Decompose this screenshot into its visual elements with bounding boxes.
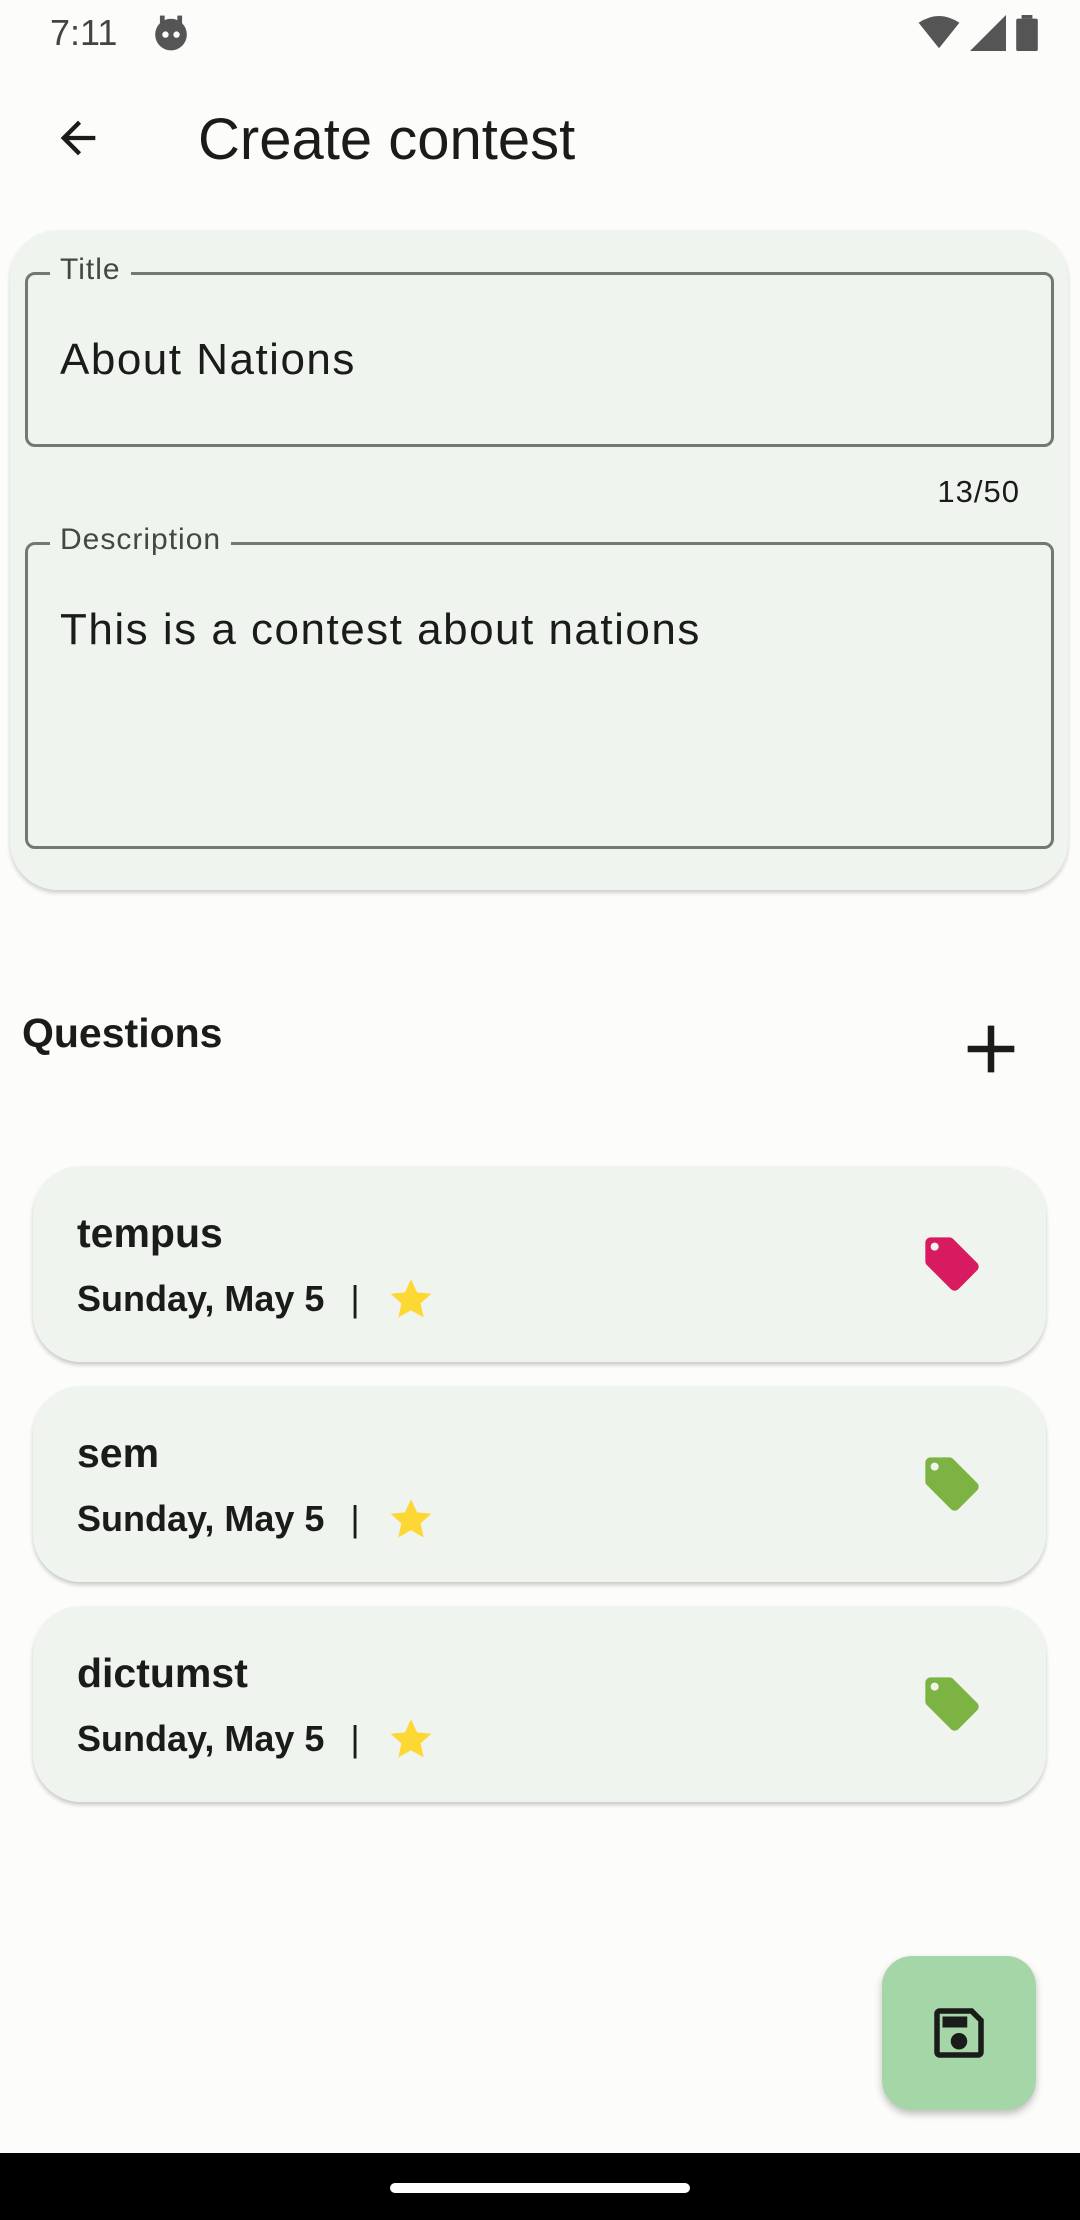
questions-heading: Questions	[22, 1010, 223, 1056]
arrow-back-icon	[60, 120, 96, 156]
question-date: Sunday, May 5	[77, 1278, 325, 1319]
question-title: dictumst	[77, 1650, 248, 1696]
question-card[interactable]: sem Sunday, May 5 |	[33, 1386, 1046, 1582]
separator: |	[350, 1718, 360, 1759]
robot-icon	[155, 15, 187, 51]
question-title: sem	[77, 1430, 160, 1476]
question-meta: Sunday, May 5 |	[77, 1714, 436, 1764]
wifi-icon	[918, 16, 960, 49]
app-bar: Create contest	[0, 66, 1080, 216]
title-char-counter: 13/50	[937, 474, 1020, 509]
description-field-value[interactable]: This is a contest about nations	[60, 605, 701, 655]
star-icon	[390, 1499, 432, 1538]
navigation-bar	[0, 2153, 1080, 2220]
question-card[interactable]: dictumst Sunday, May 5 |	[33, 1606, 1046, 1802]
description-field-label: Description	[50, 523, 232, 557]
back-button[interactable]	[40, 100, 116, 176]
tag-icon[interactable]	[920, 1232, 984, 1296]
question-date: Sunday, May 5	[77, 1498, 325, 1539]
question-title: tempus	[77, 1210, 223, 1256]
add-question-button[interactable]	[952, 1010, 1030, 1088]
signal-icon	[970, 15, 1006, 51]
contest-form-card: Title About Nations 13/50 Description Th…	[10, 230, 1068, 890]
star-icon	[390, 1279, 432, 1318]
status-bar: 7:11	[0, 0, 1080, 66]
question-meta: Sunday, May 5 |	[77, 1494, 436, 1544]
question-card[interactable]: tempus Sunday, May 5 |	[33, 1166, 1046, 1362]
plus-icon	[967, 1025, 1015, 1073]
question-date: Sunday, May 5	[77, 1718, 325, 1759]
status-time: 7:11	[50, 12, 118, 53]
page-title: Create contest	[198, 107, 576, 172]
tag-icon[interactable]	[920, 1452, 984, 1516]
star-icon	[390, 1719, 432, 1758]
battery-icon	[1016, 15, 1038, 51]
home-gesture-handle[interactable]	[390, 2183, 690, 2193]
title-field-value[interactable]: About Nations	[60, 335, 356, 385]
separator: |	[350, 1278, 360, 1319]
title-field[interactable]: Title About Nations	[25, 253, 1054, 447]
tag-icon[interactable]	[920, 1672, 984, 1736]
save-button[interactable]	[882, 1956, 1036, 2110]
save-icon	[934, 2008, 984, 2058]
title-field-label: Title	[50, 253, 131, 287]
question-meta: Sunday, May 5 |	[77, 1274, 436, 1324]
separator: |	[350, 1498, 360, 1539]
description-field[interactable]: Description This is a contest about nati…	[25, 523, 1054, 849]
